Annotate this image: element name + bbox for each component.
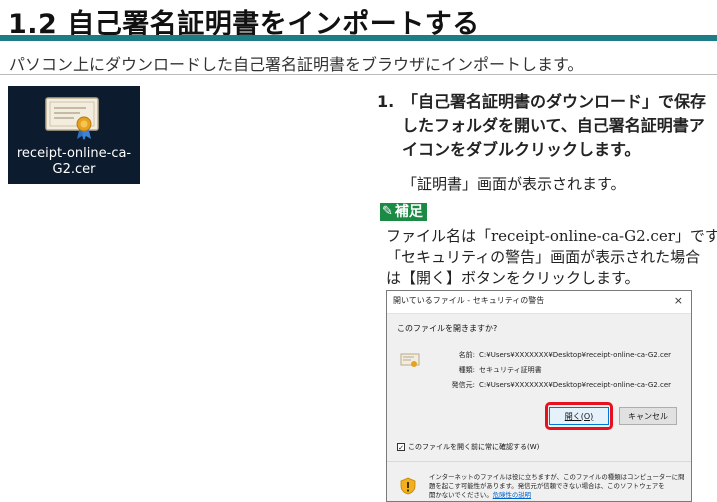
dialog-question: このファイルを開きますか? [397, 324, 498, 333]
step-number: 1. [377, 92, 395, 111]
dialog-divider [387, 461, 691, 462]
desktop-file-icon-tile[interactable]: receipt-online-ca- G2.cer [8, 86, 140, 184]
dialog-warning-text: インターネットのファイルは役に立ちますが、このファイルの種類はコンピューターに問… [429, 473, 685, 499]
section-intro: パソコン上にダウンロードした自己署名証明書をブラウザにインポートします。 [9, 55, 584, 74]
supplement-note: ファイル名は「receipt-online-ca-G2.cer」です。 「セキュ… [386, 227, 717, 287]
always-ask-label: このファイルを開く前に常に確認する(W) [408, 443, 540, 451]
desktop-file-label: receipt-online-ca- G2.cer [16, 146, 132, 177]
file-info-fields: 名前: C:¥Users¥XXXXXXX¥Desktop¥receipt-onl… [435, 347, 687, 392]
open-button-highlight [545, 402, 613, 430]
always-ask-checkbox[interactable]: ✓ [397, 443, 405, 452]
supplement-badge: ✎ 補足 [380, 203, 427, 221]
field-type: 種類: セキュリティ証明書 [458, 365, 542, 374]
certificate-icon [400, 353, 420, 367]
security-warning-dialog: 開いているファイル - セキュリティの警告 × このファイルを開きますか? 名前… [386, 290, 692, 502]
pencil-icon: ✎ [382, 204, 393, 219]
step-instruction: 「自己署名証明書のダウンロード」で保存したフォルダを開いて、自己署名証明書アイコ… [402, 92, 707, 159]
dialog-title: 開いているファイル - セキュリティの警告 [393, 296, 545, 305]
supplement-label: 補足 [394, 204, 423, 220]
shield-warning-icon [400, 477, 416, 495]
risk-explanation-link[interactable]: 危険性の説明 [493, 491, 531, 499]
section-accent-bar [0, 35, 717, 41]
close-icon[interactable]: × [674, 294, 683, 307]
section-divider [0, 74, 717, 75]
field-publisher: 発信元: C:¥Users¥XXXXXXX¥Desktop¥receipt-on… [451, 380, 672, 389]
field-name: 名前: C:¥Users¥XXXXXXX¥Desktop¥receipt-onl… [458, 350, 672, 359]
always-ask-row[interactable]: ✓ このファイルを開く前に常に確認する(W) [397, 442, 539, 452]
dialog-titlebar: 開いているファイル - セキュリティの警告 × [387, 291, 691, 314]
step-result: 「証明書」画面が表示されます。 [402, 175, 626, 193]
cancel-button[interactable]: キャンセル [619, 407, 677, 425]
certificate-icon [45, 97, 99, 140]
